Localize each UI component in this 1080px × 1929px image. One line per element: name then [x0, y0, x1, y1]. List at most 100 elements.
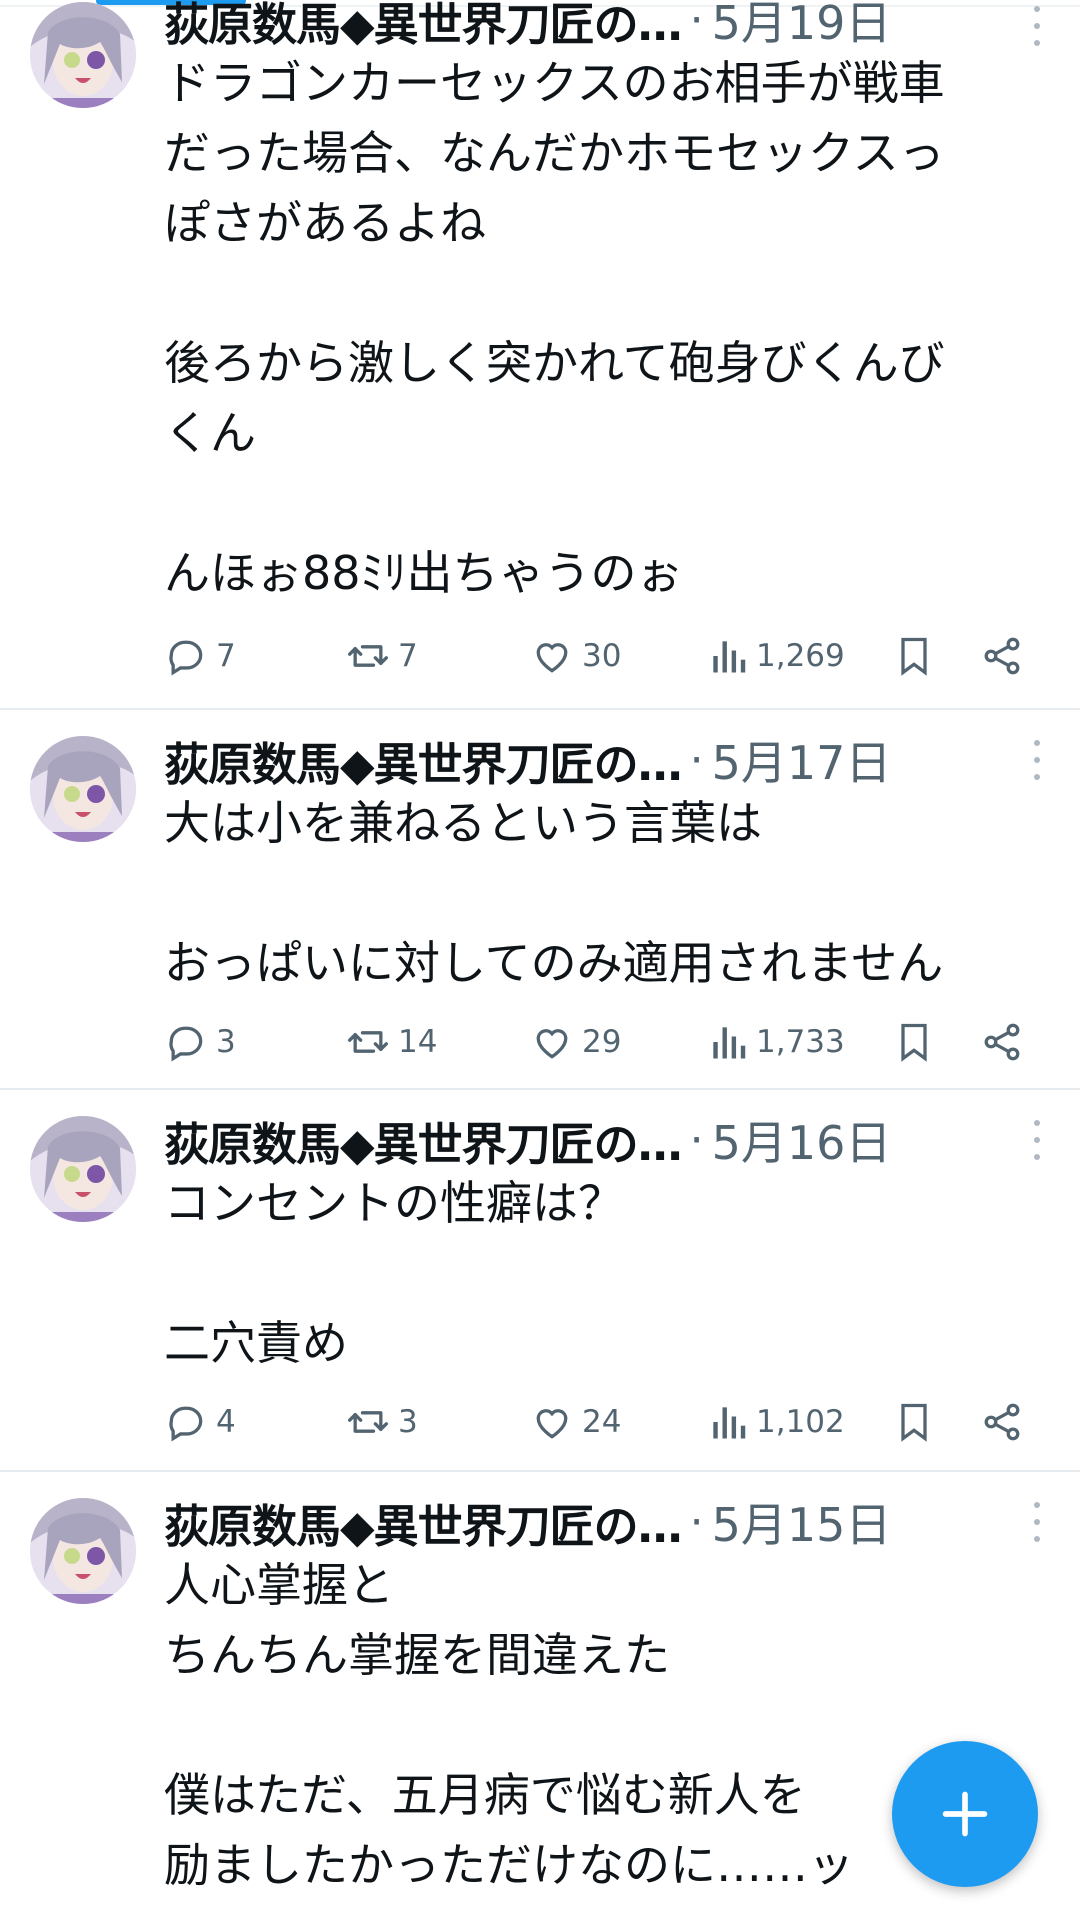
- reply-button[interactable]: 4: [164, 1392, 236, 1452]
- tweet-line: [164, 258, 1044, 328]
- compose-button[interactable]: [892, 1741, 1038, 1887]
- like-count: 24: [582, 1404, 622, 1440]
- author-name[interactable]: 荻原数馬◆異世界刀匠の…: [164, 728, 682, 793]
- tweet-line: 後ろから激しく突かれて砲身びくんび: [164, 336, 945, 390]
- retweet-button[interactable]: 7: [346, 626, 418, 686]
- reply-count: 4: [216, 1404, 236, 1440]
- tweet-line: [164, 1238, 1044, 1308]
- author-name[interactable]: 荻原数馬◆異世界刀匠の…: [164, 1108, 682, 1173]
- action-bar: 7 7 30 1,269: [164, 626, 1044, 686]
- share-icon: [984, 1403, 1020, 1441]
- bar-chart-icon: [713, 641, 746, 673]
- retweet-button[interactable]: 14: [346, 1012, 437, 1072]
- tweet-line: [164, 858, 1044, 928]
- tweet-line: んほぉ88ﾐﾘ出ちゃうのぉ: [164, 546, 683, 600]
- tweet-header: 荻原数馬◆異世界刀匠の… · 5月19日: [164, 0, 1060, 51]
- like-button[interactable]: 30: [530, 626, 621, 686]
- vertical-dots-icon[interactable]: [1030, 1502, 1044, 1542]
- tweet-line: おっぱいに対してのみ適用されません: [164, 936, 944, 990]
- tweet-line: コンセントの性癖は？: [164, 1176, 624, 1230]
- reply-button[interactable]: 7: [164, 626, 236, 686]
- speech-bubble-icon: [169, 1406, 203, 1442]
- reply-button[interactable]: 3: [164, 1012, 236, 1072]
- share-button[interactable]: [980, 1012, 1024, 1072]
- tweet-line: だった場合、なんだかホモセックスっ: [164, 126, 945, 180]
- tweet-date[interactable]: 5月17日: [712, 727, 892, 793]
- views-button[interactable]: 1,733: [708, 1012, 845, 1072]
- share-icon: [984, 637, 1020, 675]
- bookmark-icon: [901, 1023, 927, 1062]
- like-button[interactable]: 29: [530, 1012, 621, 1072]
- reply-count: 3: [216, 1024, 236, 1060]
- avatar[interactable]: [30, 2, 136, 108]
- retweet-button[interactable]: 3: [346, 1392, 418, 1452]
- retweet-arrows-icon: [348, 1411, 388, 1433]
- tweet-header: 荻原数馬◆異世界刀匠の… · 5月15日: [164, 1494, 1060, 1553]
- tweet[interactable]: 荻原数馬◆異世界刀匠の… · 5月19日 ドラゴンカーセックスのお相手が戦車 だ…: [0, 0, 1080, 710]
- tweet-header: 荻原数馬◆異世界刀匠の… · 5月16日: [164, 1112, 1060, 1171]
- retweet-count: 3: [398, 1404, 418, 1440]
- bookmark-icon: [901, 637, 927, 676]
- like-count: 29: [582, 1024, 622, 1060]
- heart-icon: [536, 1409, 568, 1439]
- share-icon: [984, 1023, 1020, 1061]
- author-name[interactable]: 荻原数馬◆異世界刀匠の…: [164, 1490, 682, 1555]
- view-count: 1,269: [756, 638, 845, 674]
- views-button[interactable]: 1,269: [708, 626, 845, 686]
- heart-icon: [536, 643, 568, 673]
- separator-dot: ·: [689, 734, 704, 786]
- heart-icon: [536, 1029, 568, 1059]
- share-button[interactable]: [980, 626, 1024, 686]
- retweet-arrows-icon: [348, 1031, 388, 1053]
- speech-bubble-icon: [169, 640, 203, 676]
- tweet-line: 二穴責め: [164, 1316, 348, 1370]
- avatar[interactable]: [30, 736, 136, 842]
- tweet-text: コンセントの性癖は？ 二穴責め: [164, 1168, 1044, 1378]
- view-count: 1,102: [756, 1404, 845, 1440]
- tweet-date[interactable]: 5月19日: [712, 0, 892, 53]
- retweet-count: 7: [398, 638, 418, 674]
- vertical-dots-icon[interactable]: [1030, 6, 1044, 46]
- share-button[interactable]: [980, 1392, 1024, 1452]
- retweet-count: 14: [398, 1024, 438, 1060]
- tweet-line: くん: [164, 406, 256, 460]
- like-count: 30: [582, 638, 622, 674]
- bar-chart-icon: [713, 1027, 746, 1059]
- avatar[interactable]: [30, 1116, 136, 1222]
- plus-icon: [942, 1791, 988, 1837]
- tweet-line: 人心掌握と: [164, 1558, 394, 1612]
- tweet-line: [164, 1690, 1044, 1760]
- tweet[interactable]: 荻原数馬◆異世界刀匠の… · 5月17日 大は小を兼ねるという言葉は おっぱいに…: [0, 710, 1080, 1090]
- avatar[interactable]: [30, 1498, 136, 1604]
- bookmark-button[interactable]: [892, 1012, 936, 1072]
- bar-chart-icon: [713, 1407, 746, 1439]
- view-count: 1,733: [756, 1024, 845, 1060]
- vertical-dots-icon[interactable]: [1030, 740, 1044, 780]
- retweet-arrows-icon: [348, 645, 388, 667]
- action-bar: 4 3 24 1,102: [164, 1392, 1044, 1452]
- action-bar: 3 14 29 1,733: [164, 1012, 1044, 1072]
- bookmark-button[interactable]: [892, 626, 936, 686]
- reply-count: 7: [216, 638, 236, 674]
- separator-dot: ·: [689, 1496, 704, 1548]
- tweet-date[interactable]: 5月16日: [712, 1107, 892, 1173]
- vertical-dots-icon[interactable]: [1030, 1120, 1044, 1160]
- tweet-text: 大は小を兼ねるという言葉は おっぱいに対してのみ適用されません: [164, 788, 1044, 998]
- bookmark-button[interactable]: [892, 1392, 936, 1452]
- tweet-line: [164, 468, 1044, 538]
- separator-dot: ·: [689, 1114, 704, 1166]
- speech-bubble-icon: [169, 1026, 203, 1062]
- tweet-date[interactable]: 5月15日: [712, 1489, 892, 1555]
- tweet-header: 荻原数馬◆異世界刀匠の… · 5月17日: [164, 732, 1060, 791]
- tweet-text: ドラゴンカーセックスのお相手が戦車 だった場合、なんだかホモセックスっ ぽさがあ…: [164, 48, 1044, 608]
- tweet-line: ドラゴンカーセックスのお相手が戦車: [164, 56, 945, 110]
- author-name[interactable]: 荻原数馬◆異世界刀匠の…: [164, 0, 682, 53]
- bookmark-icon: [901, 1403, 927, 1442]
- tweet-line: 大は小を兼ねるという言葉は: [164, 796, 762, 850]
- like-button[interactable]: 24: [530, 1392, 621, 1452]
- separator-dot: ·: [689, 0, 704, 46]
- tweet[interactable]: 荻原数馬◆異世界刀匠の… · 5月16日 コンセントの性癖は？ 二穴責め 4 3…: [0, 1090, 1080, 1472]
- tweet-line: ちんちん掌握を間違えた: [164, 1628, 670, 1682]
- views-button[interactable]: 1,102: [708, 1392, 845, 1452]
- tweet-line: ぽさがあるよね: [164, 196, 486, 250]
